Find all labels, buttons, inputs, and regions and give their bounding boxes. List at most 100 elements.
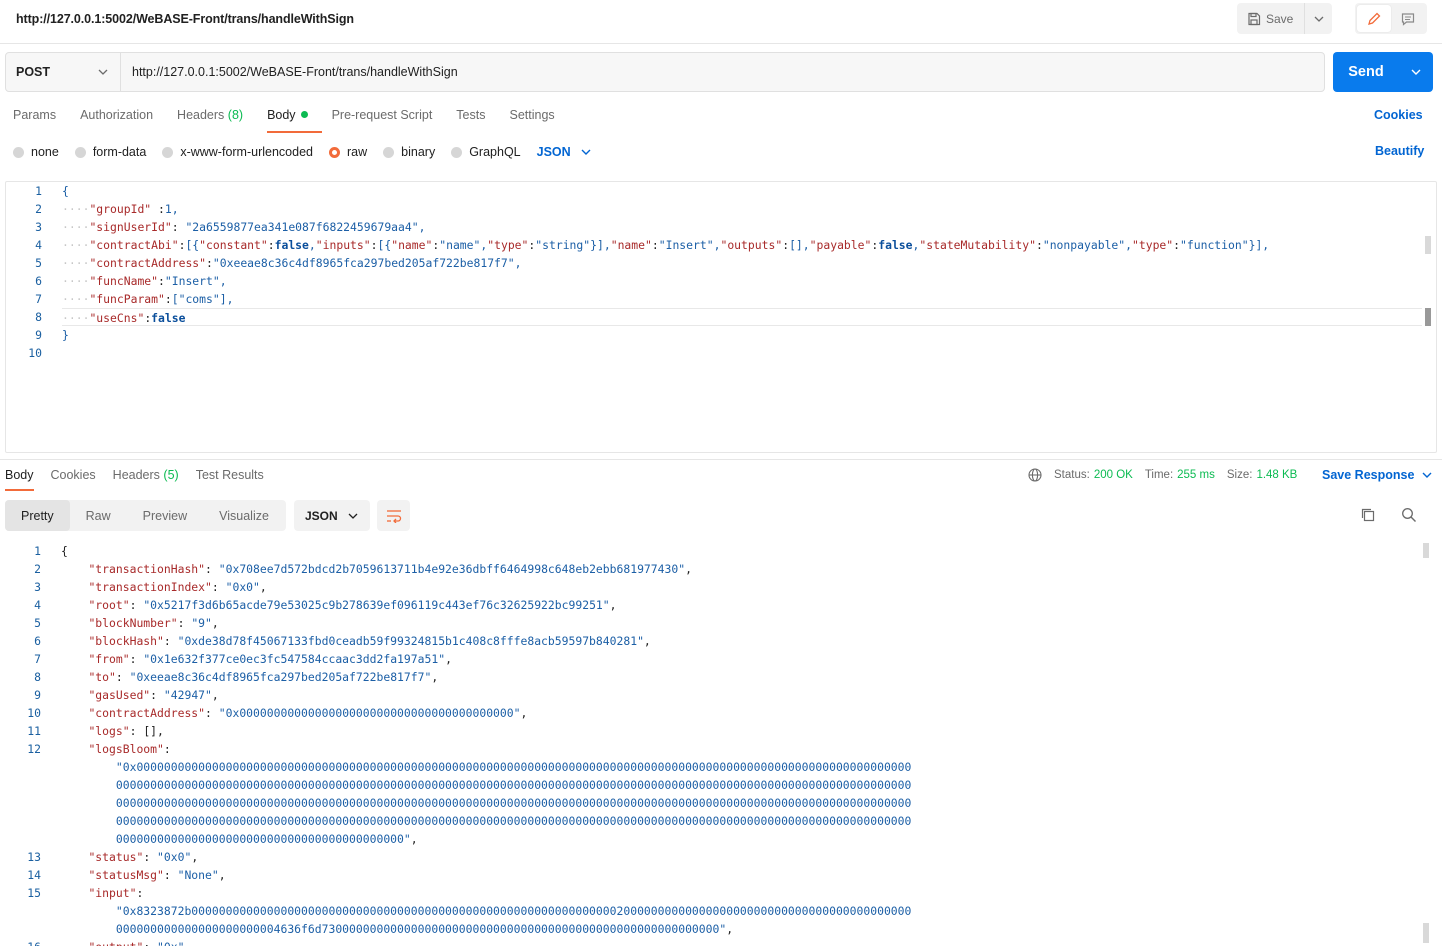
code-line[interactable]: "logsBloom": xyxy=(61,740,1416,758)
size-value[interactable]: 1.48 KB xyxy=(1256,469,1297,481)
view-preview[interactable]: Preview xyxy=(127,500,203,531)
request-title[interactable]: http://127.0.0.1:5002/WeBASE-Front/trans… xyxy=(16,12,354,26)
response-body-code[interactable]: { "transactionHash": "0x708ee7d572bdcd2b… xyxy=(61,542,1416,946)
tab-response-cookies[interactable]: Cookies xyxy=(51,468,96,482)
save-response-button[interactable]: Save Response xyxy=(1322,468,1432,482)
tab-tests[interactable]: Tests xyxy=(456,108,485,128)
code-line[interactable]: ····"groupId" :1, xyxy=(62,200,1422,218)
code-line[interactable]: "status": "0x0", xyxy=(61,848,1416,866)
code-line[interactable]: 0000000000000000000000000000000000000000… xyxy=(61,812,1416,830)
save-button[interactable]: Save xyxy=(1237,3,1305,34)
time-value[interactable]: 255 ms xyxy=(1177,469,1215,481)
view-visualize[interactable]: Visualize xyxy=(203,500,285,531)
tab-settings[interactable]: Settings xyxy=(509,108,554,128)
tab-headers[interactable]: Headers (8) xyxy=(177,108,243,128)
line-number: 1 xyxy=(35,184,42,198)
radio-form-data[interactable]: form-data xyxy=(74,145,146,159)
code-line[interactable]: "from": "0x1e632f377ce0ec3fc547584ccaac3… xyxy=(61,650,1416,668)
code-line[interactable]: "statusMsg": "None", xyxy=(61,866,1416,884)
tab-body[interactable]: Body xyxy=(267,108,321,133)
code-line[interactable]: "input": xyxy=(61,884,1416,902)
tab-response-headers[interactable]: Headers (5) xyxy=(113,468,179,482)
view-pretty[interactable]: Pretty xyxy=(5,500,70,531)
line-number xyxy=(14,830,41,848)
search-icon[interactable] xyxy=(1401,507,1417,523)
code-line[interactable]: ····"funcParam":["coms"], xyxy=(62,290,1422,308)
radio-circle xyxy=(383,146,395,158)
view-raw[interactable]: Raw xyxy=(70,500,127,531)
code-line[interactable]: "output": "0x", xyxy=(61,938,1416,946)
line-number: 13 xyxy=(27,850,41,864)
code-line[interactable]: "transactionHash": "0x708ee7d572bdcd2b70… xyxy=(61,560,1416,578)
chevron-down-icon xyxy=(1422,472,1432,478)
code-line[interactable]: 0000000000000000000000000000000000000000… xyxy=(61,776,1416,794)
line-number xyxy=(14,776,41,794)
radio-graphql[interactable]: GraphQL xyxy=(451,145,521,159)
line-number: 10 xyxy=(28,346,42,360)
response-format-select[interactable]: JSON xyxy=(294,500,370,531)
comments-button[interactable] xyxy=(1391,5,1425,32)
code-line[interactable]: "transactionIndex": "0x0", xyxy=(61,578,1416,596)
code-line[interactable]: ····"contractAbi":[{"constant":false,"in… xyxy=(62,236,1422,254)
radio-raw[interactable]: raw xyxy=(329,145,367,159)
code-line[interactable]: } xyxy=(62,326,1422,344)
code-line[interactable]: 000000000000000000000004636f6d7300000000… xyxy=(61,920,1416,938)
code-line[interactable]: "blockNumber": "9", xyxy=(61,614,1416,632)
line-number: 15 xyxy=(27,886,41,900)
code-line[interactable] xyxy=(62,344,1422,362)
tab-params[interactable]: Params xyxy=(13,108,56,128)
tab-label: Pre-request Script xyxy=(331,108,433,122)
chevron-down-icon xyxy=(1314,16,1323,22)
code-line[interactable]: "root": "0x5217f3d6b65acde79e53025c9b278… xyxy=(61,596,1416,614)
wrap-lines-button[interactable] xyxy=(377,500,410,531)
code-line[interactable]: ····"contractAddress":"0xeeae8c36c4df896… xyxy=(62,254,1422,272)
code-line[interactable]: { xyxy=(62,182,1422,200)
code-line[interactable]: "to": "0xeeae8c36c4df8965fca297bed205af7… xyxy=(61,668,1416,686)
beautify-button[interactable]: Beautify xyxy=(1375,144,1424,158)
code-line[interactable]: "gasUsed": "42947", xyxy=(61,686,1416,704)
scrollbar-thumb[interactable] xyxy=(1425,236,1431,254)
code-line[interactable]: ····"signUserId": "2a6559877ea341e087f68… xyxy=(62,218,1422,236)
line-number xyxy=(14,920,41,938)
request-body-code[interactable]: {····"groupId" :1, ····"signUserId": "2a6… xyxy=(62,182,1422,362)
body-language-select[interactable]: JSON xyxy=(537,145,591,159)
code-line[interactable]: { xyxy=(61,542,1416,560)
send-button[interactable]: Send xyxy=(1333,52,1399,92)
request-body-editor[interactable]: 1 2 3 4 5 6 7 8 9 10 {····"groupId" :1, ····"signU… xyxy=(5,181,1437,453)
tab-test-results[interactable]: Test Results xyxy=(196,468,264,482)
code-line[interactable]: 0000000000000000000000000000000000000000… xyxy=(61,830,1416,848)
send-options-button[interactable] xyxy=(1399,52,1433,92)
radio-label: raw xyxy=(347,145,368,159)
code-line[interactable]: "0x0000000000000000000000000000000000000… xyxy=(61,758,1416,776)
radio-label: none xyxy=(31,145,59,159)
copy-icon[interactable] xyxy=(1360,507,1376,523)
radio-x-www-form-urlencoded[interactable]: x-www-form-urlencoded xyxy=(162,145,313,159)
code-line[interactable]: "0x8323872b00000000000000000000000000000… xyxy=(61,902,1416,920)
cookies-link[interactable]: Cookies xyxy=(1374,108,1423,122)
code-line[interactable]: "contractAddress": "0x000000000000000000… xyxy=(61,704,1416,722)
method-select[interactable]: POST xyxy=(6,53,121,91)
edit-mode-button[interactable] xyxy=(1357,5,1391,32)
code-line[interactable]: "blockHash": "0xde38d78f45067133fbd0cead… xyxy=(61,632,1416,650)
code-line[interactable]: ····"funcName":"Insert", xyxy=(62,272,1422,290)
code-line[interactable]: 0000000000000000000000000000000000000000… xyxy=(61,794,1416,812)
scrollbar-thumb[interactable] xyxy=(1423,543,1429,558)
radio-none[interactable]: none xyxy=(13,145,59,159)
line-number: 5 xyxy=(34,616,41,630)
code-line[interactable]: ····"useCns":false xyxy=(62,308,1422,326)
tab-pre-request-script[interactable]: Pre-request Script xyxy=(332,108,433,128)
radio-binary[interactable]: binary xyxy=(383,145,435,159)
response-body-viewer[interactable]: 1234567891011121314151617 { "transaction… xyxy=(0,541,1442,946)
tab-label: Tests xyxy=(456,108,486,122)
globe-icon[interactable] xyxy=(1028,468,1042,482)
status-value[interactable]: 200 OK xyxy=(1094,469,1133,481)
response-tabs: Body Cookies Headers (5) Test Results xyxy=(5,468,281,491)
tab-authorization[interactable]: Authorization xyxy=(80,108,153,128)
code-line[interactable]: "logs": [], xyxy=(61,722,1416,740)
tab-response-body[interactable]: Body xyxy=(5,468,34,491)
scrollbar-thumb-bottom[interactable] xyxy=(1423,923,1429,943)
time-label: Time: xyxy=(1144,469,1174,481)
url-input[interactable]: http://127.0.0.1:5002/WeBASE-Front/trans… xyxy=(121,53,1324,91)
pane-divider[interactable] xyxy=(0,459,1442,460)
save-options-button[interactable] xyxy=(1305,3,1332,34)
